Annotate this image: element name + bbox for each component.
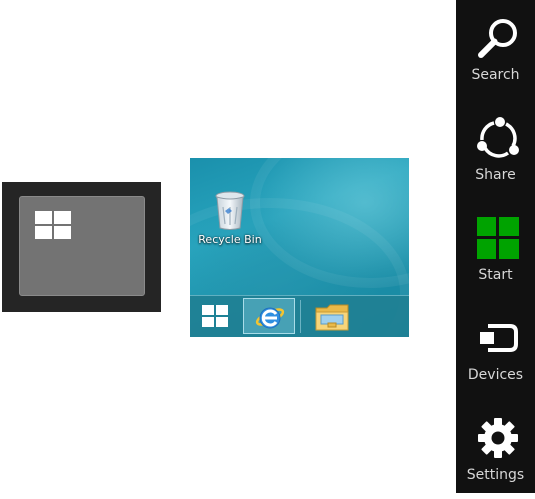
charm-label: Search bbox=[471, 67, 520, 83]
charm-label: Devices bbox=[467, 367, 524, 383]
charm-search[interactable]: Search bbox=[456, 4, 535, 99]
start-hover-tile[interactable] bbox=[2, 182, 161, 312]
desktop-preview: Recycle Bin bbox=[190, 158, 409, 337]
recycle-bin-shortcut[interactable]: Recycle Bin bbox=[196, 191, 264, 246]
recycle-bin-label: Recycle Bin bbox=[198, 233, 262, 246]
windows-logo-icon bbox=[35, 211, 71, 243]
windows-logo-icon bbox=[202, 305, 228, 331]
taskbar-separator bbox=[300, 300, 301, 333]
charm-label: Share bbox=[475, 167, 516, 183]
share-icon bbox=[476, 116, 520, 160]
charm-label: Start bbox=[478, 267, 513, 283]
charms-bar: Search Share Start Devices Settings bbox=[456, 0, 535, 493]
taskbar-start-button[interactable] bbox=[202, 305, 228, 331]
charm-devices[interactable]: Devices bbox=[456, 304, 535, 399]
charm-label: Settings bbox=[466, 467, 525, 483]
charm-share[interactable]: Share bbox=[456, 104, 535, 199]
search-icon bbox=[476, 16, 520, 60]
recycle-bin-icon bbox=[196, 191, 264, 231]
taskbar bbox=[190, 295, 409, 337]
start-tile-preview[interactable] bbox=[19, 196, 145, 296]
taskbar-file-explorer[interactable] bbox=[315, 302, 349, 336]
devices-icon bbox=[476, 316, 520, 360]
folder-icon bbox=[315, 304, 349, 336]
gear-icon bbox=[476, 416, 520, 460]
charm-settings[interactable]: Settings bbox=[456, 404, 535, 499]
taskbar-internet-explorer[interactable] bbox=[243, 298, 295, 334]
windows-start-icon bbox=[476, 216, 520, 260]
charm-start[interactable]: Start bbox=[456, 204, 535, 299]
